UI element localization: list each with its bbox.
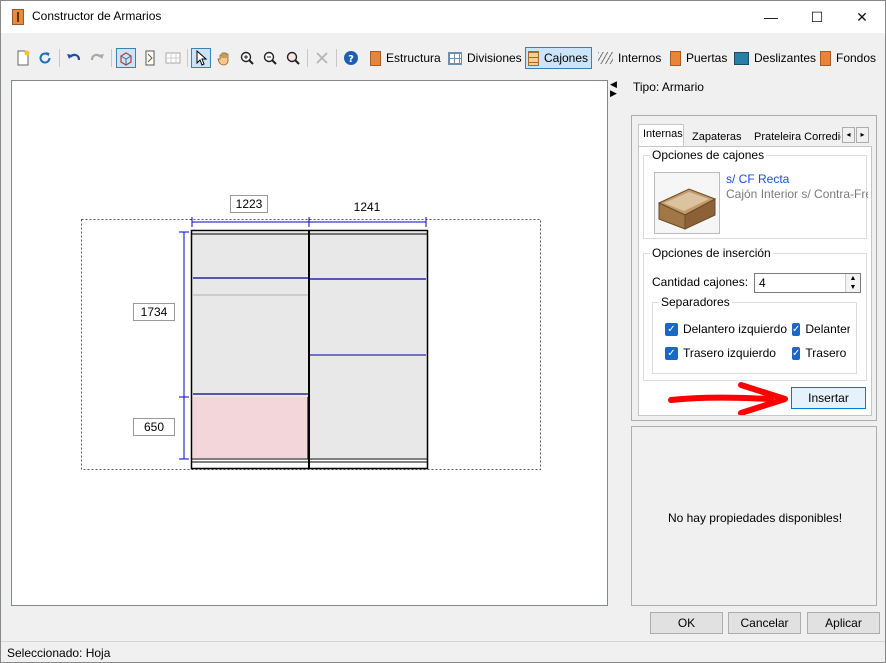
sliding-label: Deslizantes	[754, 51, 817, 65]
zoom-in-icon[interactable]	[237, 48, 257, 68]
drawer-thumbnail[interactable]	[654, 172, 720, 234]
view-3d-icon[interactable]	[116, 48, 136, 68]
drawer-options-group: Opciones de cajones s/ CF Recta Cajón In…	[643, 148, 868, 239]
internals-button[interactable]: Internos	[596, 47, 664, 69]
quantity-label: Cantidad cajones:	[652, 275, 749, 289]
close-button[interactable]: ✕	[839, 1, 885, 33]
selected-panel[interactable]	[193, 397, 308, 458]
divisions-button[interactable]: Divisiones	[446, 47, 525, 69]
insertion-options-title: Opciones de inserción	[650, 246, 773, 260]
quantity-stepper[interactable]: 4 ▲ ▼	[754, 273, 861, 293]
checkbox-checked-icon: ✓	[665, 322, 678, 336]
svg-text:?: ?	[348, 54, 354, 65]
checkbox-checked-icon: ✓	[792, 346, 801, 360]
structure-label: Estructura	[386, 51, 441, 65]
help-icon[interactable]: ?	[341, 48, 361, 68]
properties-panel: No hay propiedades disponibles!	[631, 426, 877, 606]
drawer-type-description: Cajón Interior s/ Contra-Frente	[726, 187, 868, 201]
panel-tabs: Internas Zapateras Prateleira Corrediça …	[638, 124, 872, 146]
structure-button[interactable]: Estructura	[368, 47, 444, 69]
title-bar: Constructor de Armarios — ☐ ✕	[1, 1, 885, 33]
delete-icon[interactable]	[312, 48, 332, 68]
separator-back-left-checkbox[interactable]: ✓ Trasero izquierdo	[665, 346, 787, 360]
drawer-type-link[interactable]: s/ CF Recta	[726, 172, 789, 186]
drawer-options-title: Opciones de cajones	[650, 148, 767, 162]
apply-button[interactable]: Aplicar	[807, 612, 880, 634]
separator-front-right-checkbox[interactable]: ✓ Delantero derecho	[792, 322, 850, 336]
separator-back-right-checkbox[interactable]: ✓ Trasero derecho	[792, 346, 850, 360]
dimension-height-upper[interactable]: 1734	[133, 303, 175, 321]
quantity-value: 4	[759, 276, 766, 290]
separator-front-right-label: Delantero derecho	[805, 322, 850, 336]
tab-internas[interactable]: Internas	[638, 124, 684, 146]
checkbox-checked-icon: ✓	[792, 322, 801, 336]
divisions-icon	[448, 51, 462, 65]
separator-back-right-label: Trasero derecho	[805, 346, 850, 360]
minimize-button[interactable]: —	[748, 1, 794, 33]
drawers-icon	[528, 50, 539, 66]
tab-scroll-left-icon[interactable]: ◂	[842, 127, 855, 143]
backs-label: Fondos	[836, 51, 877, 65]
toolbar: ? Estructura Divisiones Cajones Internos…	[1, 44, 885, 72]
sliding-button[interactable]: Deslizantes	[732, 47, 819, 69]
tab-content-internas: Opciones de cajones s/ CF Recta Cajón In…	[638, 146, 872, 416]
drawing-canvas[interactable]: 1223 1241 1734 650	[11, 80, 608, 606]
dimension-width-right: 1241	[353, 200, 381, 214]
backs-button[interactable]: Fondos	[818, 47, 879, 69]
doors-button[interactable]: Puertas	[668, 47, 730, 69]
app-icon	[12, 9, 24, 25]
dimension-height-lower[interactable]: 650	[133, 418, 175, 436]
drawer-options-panel: Internas Zapateras Prateleira Corrediça …	[631, 115, 877, 421]
spin-up-icon[interactable]: ▲	[846, 274, 860, 283]
app-window: Constructor de Armarios — ☐ ✕ ? Estructu…	[0, 0, 886, 663]
redo-icon[interactable]	[87, 48, 107, 68]
separators-title: Separadores	[659, 295, 732, 309]
checkbox-checked-icon: ✓	[665, 346, 678, 360]
new-document-icon[interactable]	[13, 48, 33, 68]
doors-icon	[670, 50, 681, 66]
wardrobe-drawing	[81, 217, 541, 470]
separator-front-left-checkbox[interactable]: ✓ Delantero izquierdo	[665, 322, 787, 336]
internals-icon	[598, 52, 613, 64]
doors-label: Puertas	[686, 51, 728, 65]
maximize-button[interactable]: ☐	[794, 1, 840, 33]
cancel-button[interactable]: Cancelar	[728, 612, 801, 634]
insert-button[interactable]: Insertar	[791, 387, 866, 409]
internals-label: Internos	[618, 51, 662, 65]
drawers-button[interactable]: Cajones	[525, 47, 593, 69]
dimension-width-left[interactable]: 1223	[230, 195, 268, 213]
no-properties-message: No hay propiedades disponibles!	[667, 511, 843, 525]
quantity-spin-buttons[interactable]: ▲ ▼	[845, 274, 860, 292]
refresh-icon[interactable]	[35, 48, 55, 68]
red-arrow-annotation	[668, 382, 788, 415]
tab-scroll-right-icon[interactable]: ▸	[856, 127, 869, 143]
collapse-panel-toggle[interactable]: ◀ ▶	[610, 80, 620, 98]
divisions-label: Divisiones	[467, 51, 522, 65]
insertion-options-group: Opciones de inserción Cantidad cajones: …	[643, 246, 867, 381]
backs-icon	[820, 50, 831, 66]
spin-down-icon[interactable]: ▼	[846, 283, 860, 292]
sliding-icon	[734, 51, 749, 65]
structure-icon	[370, 50, 381, 66]
window-title: Constructor de Armarios	[32, 9, 162, 23]
drawers-label: Cajones	[544, 51, 589, 65]
separators-group: Separadores ✓ Delantero izquierdo ✓ Dela…	[652, 295, 857, 374]
zoom-out-icon[interactable]	[260, 48, 280, 68]
tab-zapateras[interactable]: Zapateras	[687, 127, 747, 146]
status-text: Seleccionado: Hoja	[7, 646, 111, 660]
collapse-right-icon: ▶	[610, 88, 617, 98]
select-pointer-icon[interactable]	[191, 48, 211, 68]
view-front-icon[interactable]	[140, 48, 160, 68]
tipo-label: Tipo: Armario	[633, 80, 704, 94]
zoom-fit-icon[interactable]	[283, 48, 303, 68]
undo-icon[interactable]	[64, 48, 84, 68]
separator-front-left-label: Delantero izquierdo	[682, 322, 787, 336]
tab-prateleira[interactable]: Prateleira Corrediça	[749, 127, 842, 146]
view-plan-icon[interactable]	[163, 48, 183, 68]
ok-button[interactable]: OK	[650, 612, 723, 634]
pan-hand-icon[interactable]	[214, 48, 234, 68]
status-bar: Seleccionado: Hoja	[1, 641, 885, 663]
right-module[interactable]	[310, 232, 427, 458]
separator-back-left-label: Trasero izquierdo	[683, 346, 776, 360]
